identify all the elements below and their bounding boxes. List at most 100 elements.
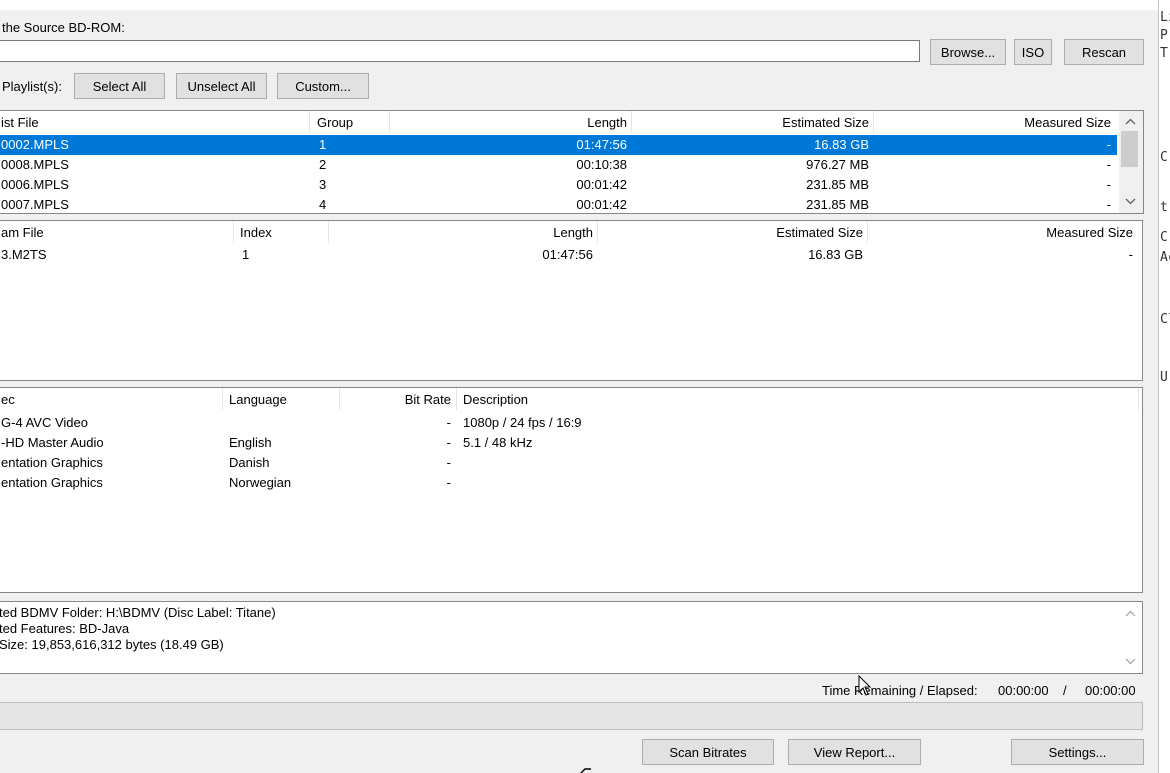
column-header-index[interactable]: Index bbox=[240, 221, 324, 243]
track-language bbox=[229, 413, 335, 433]
playlist-file: 0008.MPLS bbox=[1, 157, 69, 172]
column-header-group[interactable]: Group bbox=[317, 111, 387, 133]
time-remaining-value: 00:00:00 bbox=[998, 683, 1049, 698]
view-report-button[interactable]: View Report... bbox=[788, 739, 921, 765]
mouse-pointer-icon bbox=[858, 674, 872, 700]
stream-estimated-size: 16.83 GB bbox=[808, 247, 863, 262]
column-header-estimated-size[interactable]: Estimated Size bbox=[631, 111, 869, 133]
bg-glyph: T bbox=[1160, 46, 1168, 61]
rescan-button[interactable]: Rescan bbox=[1064, 39, 1144, 65]
unselect-all-button[interactable]: Unselect All bbox=[176, 73, 267, 99]
column-header-stream-file[interactable]: am File bbox=[1, 221, 227, 243]
playlist-estimated-size: 231.85 MB bbox=[806, 177, 869, 192]
info-scrollbar[interactable] bbox=[1120, 602, 1142, 673]
table-row[interactable]: G-4 AVC Video - 1080p / 24 fps / 16:9 bbox=[0, 413, 1142, 433]
playlist-scrollbar[interactable] bbox=[1119, 111, 1143, 213]
table-row[interactable]: entation Graphics Norwegian - bbox=[0, 473, 1142, 493]
column-header-estimated-size[interactable]: Estimated Size bbox=[597, 221, 863, 243]
info-line-folder: ted BDMV Folder: H:\BDMV (Disc Label: Ti… bbox=[0, 605, 276, 620]
table-row[interactable]: 0002.MPLS 1 01:47:56 16.83 GB - bbox=[0, 135, 1117, 155]
column-header-playlist-file[interactable]: ist File bbox=[1, 111, 301, 133]
stream-length: 01:47:56 bbox=[542, 247, 593, 262]
track-description: 1080p / 24 fps / 16:9 bbox=[463, 415, 582, 430]
column-header-length[interactable]: Length bbox=[328, 221, 593, 243]
playlist-length: 00:01:42 bbox=[576, 177, 627, 192]
track-description: 5.1 / 48 kHz bbox=[463, 435, 533, 450]
browse-button[interactable]: Browse... bbox=[930, 39, 1006, 65]
stray-mark bbox=[578, 764, 592, 773]
chevron-down-icon[interactable] bbox=[1122, 653, 1139, 670]
time-remaining-label: Time Remaining / Elapsed: bbox=[822, 683, 978, 698]
track-description bbox=[463, 453, 1063, 473]
track-bit-rate: - bbox=[446, 475, 451, 490]
track-bit-rate: - bbox=[446, 455, 451, 470]
table-row[interactable]: 0006.MPLS 3 00:01:42 231.85 MB - bbox=[0, 175, 1117, 195]
stream-measured-size: - bbox=[1128, 247, 1133, 262]
playlist-measured-size: - bbox=[1106, 177, 1111, 192]
table-row[interactable]: 3.M2TS 1 01:47:56 16.83 GB - bbox=[0, 245, 1142, 265]
playlist-measured-size: - bbox=[1106, 137, 1111, 152]
column-header-length[interactable]: Length bbox=[389, 111, 627, 133]
source-path-input[interactable] bbox=[0, 40, 920, 62]
playlist-estimated-size: 231.85 MB bbox=[806, 197, 869, 212]
table-row[interactable]: 0007.MPLS 4 00:01:42 231.85 MB - bbox=[0, 195, 1117, 213]
track-codec: entation Graphics bbox=[1, 475, 103, 490]
column-header-measured-size[interactable]: Measured Size bbox=[867, 221, 1133, 243]
playlist-length: 01:47:56 bbox=[576, 137, 627, 152]
playlist-file: 0007.MPLS bbox=[1, 197, 69, 212]
table-row[interactable]: -HD Master Audio English - 5.1 / 48 kHz bbox=[0, 433, 1142, 453]
playlist-list[interactable]: ist File Group Length Estimated Size Mea… bbox=[0, 110, 1144, 214]
playlist-scroll-thumb[interactable] bbox=[1121, 131, 1138, 167]
track-bit-rate: - bbox=[446, 435, 451, 450]
playlist-group: 2 bbox=[319, 157, 327, 172]
bg-glyph: t bbox=[1160, 200, 1168, 215]
playlist-group: 4 bbox=[319, 197, 327, 212]
track-codec: G-4 AVC Video bbox=[1, 415, 88, 430]
column-header-measured-size[interactable]: Measured Size bbox=[873, 111, 1111, 133]
track-bit-rate: - bbox=[446, 415, 451, 430]
stream-file: 3.M2TS bbox=[1, 247, 47, 262]
playlists-label: Playlist(s): bbox=[2, 79, 62, 94]
column-header-codec[interactable]: ec bbox=[1, 388, 217, 410]
time-separator: / bbox=[1063, 683, 1067, 698]
background-window: Li P T C t C Ac Cl Ur bbox=[1159, 0, 1170, 773]
source-label: the Source BD-ROM: bbox=[2, 20, 125, 35]
custom-button[interactable]: Custom... bbox=[277, 73, 369, 99]
playlist-group: 3 bbox=[319, 177, 327, 192]
stream-tracks-list[interactable]: ec Language Bit Rate Description G-4 AVC… bbox=[0, 387, 1143, 593]
track-language: Danish bbox=[229, 455, 270, 470]
column-header-bit-rate[interactable]: Bit Rate bbox=[339, 388, 451, 410]
info-line-features: ted Features: BD-Java bbox=[0, 621, 130, 636]
playlist-file: 0002.MPLS bbox=[1, 137, 69, 152]
time-elapsed-value: 00:00:00 bbox=[1085, 683, 1136, 698]
table-row[interactable]: entation Graphics Danish - bbox=[0, 453, 1142, 473]
settings-button[interactable]: Settings... bbox=[1011, 739, 1144, 765]
track-language: Norwegian bbox=[229, 475, 292, 490]
table-row[interactable]: 0008.MPLS 2 00:10:38 976.27 MB - bbox=[0, 155, 1117, 175]
stream-index: 1 bbox=[242, 247, 250, 262]
chevron-up-icon[interactable] bbox=[1122, 113, 1139, 130]
bdinfo-window: the Source BD-ROM: Browse... ISO Rescan … bbox=[0, 0, 1158, 773]
column-header-language[interactable]: Language bbox=[229, 388, 335, 410]
info-line-size: Size: 19,853,616,312 bytes (18.49 GB) bbox=[0, 637, 224, 652]
title-strip bbox=[0, 0, 1158, 10]
column-header-description[interactable]: Description bbox=[463, 388, 1133, 410]
playlist-estimated-size: 16.83 GB bbox=[814, 137, 869, 152]
scan-bitrates-button[interactable]: Scan Bitrates bbox=[642, 739, 774, 765]
select-all-button[interactable]: Select All bbox=[74, 73, 165, 99]
playlist-length: 00:10:38 bbox=[576, 157, 627, 172]
chevron-down-icon[interactable] bbox=[1122, 193, 1139, 210]
bg-glyph: C bbox=[1160, 230, 1168, 245]
stream-files-list[interactable]: am File Index Length Estimated Size Meas… bbox=[0, 220, 1143, 381]
track-codec: entation Graphics bbox=[1, 455, 103, 470]
bg-glyph: Li bbox=[1160, 10, 1170, 25]
track-description bbox=[463, 473, 1063, 493]
disc-info-textbox[interactable]: ted BDMV Folder: H:\BDMV (Disc Label: Ti… bbox=[0, 601, 1143, 674]
playlist-estimated-size: 976.27 MB bbox=[806, 157, 869, 172]
chevron-up-icon[interactable] bbox=[1122, 605, 1139, 622]
playlist-length: 00:01:42 bbox=[576, 197, 627, 212]
iso-button[interactable]: ISO bbox=[1014, 39, 1052, 65]
bg-glyph: C bbox=[1160, 150, 1168, 165]
playlist-measured-size: - bbox=[1106, 157, 1111, 172]
playlist-file: 0006.MPLS bbox=[1, 177, 69, 192]
